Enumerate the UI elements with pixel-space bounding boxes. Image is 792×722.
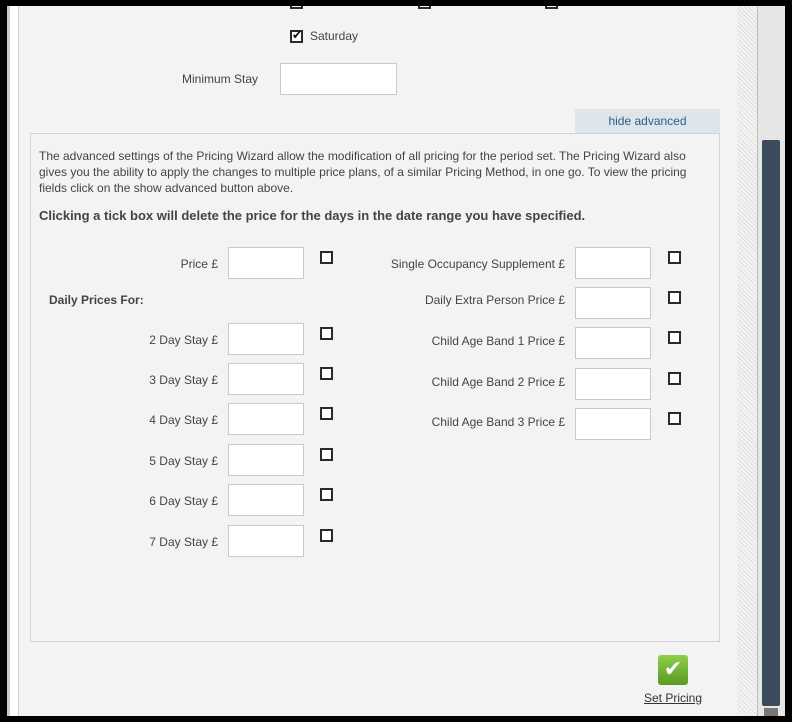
price-clear-checkbox[interactable]	[320, 251, 333, 264]
child-band-1-label: Child Age Band 1 Price £	[431, 334, 565, 348]
stay-2-day-clear-checkbox[interactable]	[320, 327, 333, 340]
extra-person-input[interactable]	[575, 287, 651, 319]
window-left-border	[0, 0, 7, 722]
single-occupancy-clear-checkbox[interactable]	[668, 251, 681, 264]
advanced-description: The advanced settings of the Pricing Wiz…	[39, 149, 687, 195]
window-right-border	[785, 0, 792, 722]
child-band-2-clear-checkbox[interactable]	[668, 372, 681, 385]
stay-6-day-label: 6 Day Stay £	[149, 494, 218, 508]
saturday-checkbox[interactable]	[290, 28, 303, 43]
stay-2-day-input[interactable]	[228, 323, 304, 355]
stay-5-day-label: 5 Day Stay £	[149, 454, 218, 468]
scrollbar-down-arrow[interactable]	[764, 708, 778, 716]
child-band-2-input[interactable]	[575, 368, 651, 400]
checkmark-icon[interactable]: ✔	[658, 655, 688, 685]
stay-4-day-input[interactable]	[228, 403, 304, 435]
child-band-3-label: Child Age Band 3 Price £	[431, 415, 565, 429]
extra-person-clear-checkbox[interactable]	[668, 291, 681, 304]
delete-warning: Clicking a tick box will delete the pric…	[39, 208, 586, 223]
stay-3-day-input[interactable]	[228, 363, 304, 395]
child-band-1-input[interactable]	[575, 327, 651, 359]
price-label: Price £	[180, 257, 218, 271]
stay-7-day-input[interactable]	[228, 525, 304, 557]
set-pricing-link[interactable]: Set Pricing	[644, 691, 702, 705]
stay-6-day-input[interactable]	[228, 484, 304, 516]
stay-6-day-clear-checkbox[interactable]	[320, 488, 333, 501]
window-bottom-border	[0, 716, 792, 722]
minimum-stay-input[interactable]	[280, 63, 397, 95]
child-band-2-label: Child Age Band 2 Price £	[431, 375, 565, 389]
child-band-3-input[interactable]	[575, 408, 651, 440]
stay-5-day-input[interactable]	[228, 444, 304, 476]
child-band-3-clear-checkbox[interactable]	[668, 412, 681, 425]
stay-7-day-clear-checkbox[interactable]	[320, 529, 333, 542]
stay-5-day-clear-checkbox[interactable]	[320, 448, 333, 461]
stay-4-day-clear-checkbox[interactable]	[320, 407, 333, 420]
hatched-gutter	[737, 6, 757, 716]
minimum-stay-label: Minimum Stay	[182, 72, 259, 86]
stay-3-day-label: 3 Day Stay £	[149, 373, 218, 387]
daily-prices-heading: Daily Prices For:	[49, 293, 144, 307]
hide-advanced-tab[interactable]: hide advanced	[575, 109, 720, 133]
extra-person-label: Daily Extra Person Price £	[424, 293, 565, 307]
stay-2-day-label: 2 Day Stay £	[149, 333, 218, 347]
saturday-label: Saturday	[310, 29, 359, 43]
single-occupancy-label: Single Occupancy Supplement £	[390, 257, 565, 271]
page-edge-shadow	[7, 6, 10, 716]
child-band-1-clear-checkbox[interactable]	[668, 331, 681, 344]
stay-3-day-clear-checkbox[interactable]	[320, 367, 333, 380]
stay-4-day-label: 4 Day Stay £	[149, 413, 218, 427]
price-input[interactable]	[228, 247, 304, 279]
single-occupancy-input[interactable]	[575, 247, 651, 279]
window-top-border	[0, 0, 792, 6]
scrollbar-thumb[interactable]	[762, 140, 780, 706]
stay-7-day-label: 7 Day Stay £	[149, 535, 218, 549]
